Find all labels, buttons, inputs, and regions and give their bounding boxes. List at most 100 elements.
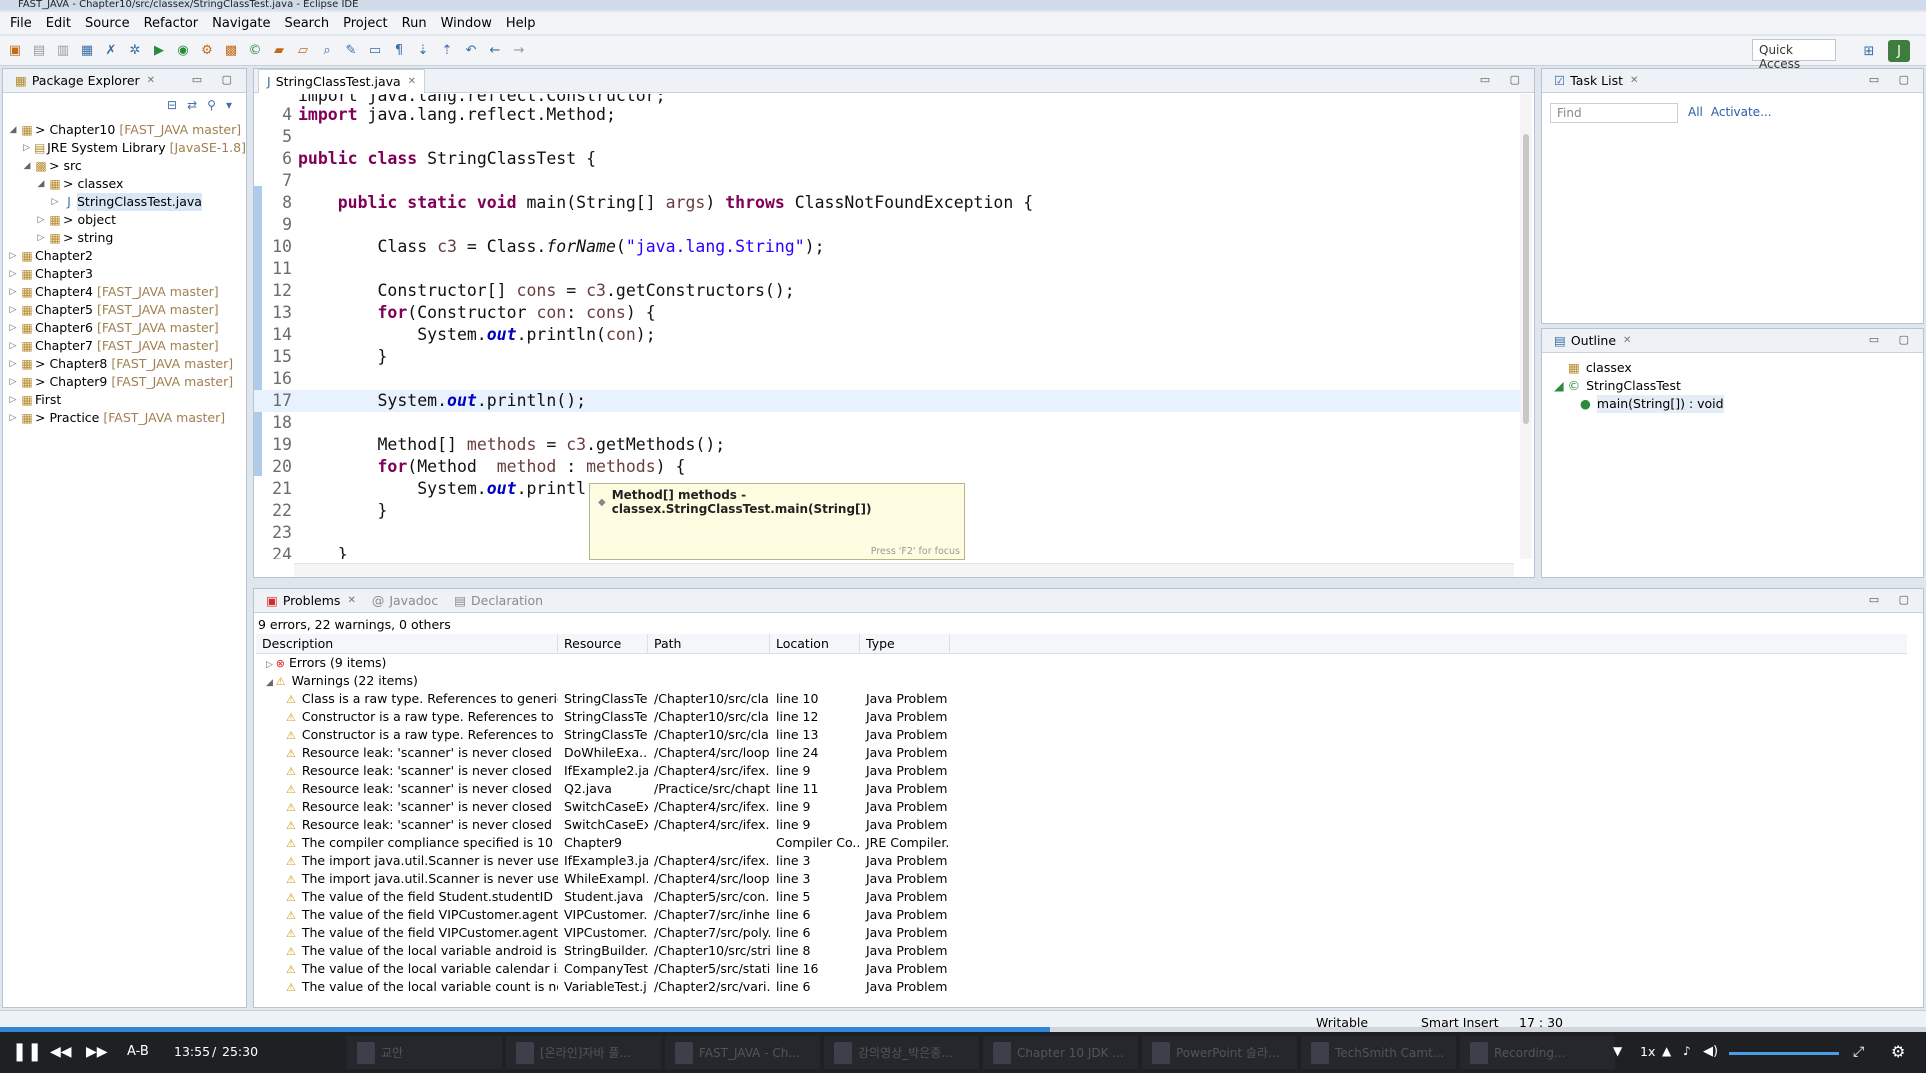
save-all-icon[interactable]: ▥ xyxy=(54,42,72,60)
tree-item[interactable]: ◢ ▦ > Chapter10 [FAST_JAVA master] xyxy=(7,121,246,139)
menu-project[interactable]: Project xyxy=(343,16,387,31)
table-row[interactable]: ⚠ Class is a raw type. References to gene… xyxy=(256,690,1907,708)
external-tools-icon[interactable]: ⚙ xyxy=(198,42,216,60)
rewind-icon[interactable]: ◀◀ xyxy=(50,1044,72,1060)
tree-item[interactable]: ▷ ▦ Chapter4 [FAST_JAVA master] xyxy=(7,283,246,301)
fast-forward-icon[interactable]: ▶▶ xyxy=(86,1044,108,1060)
collapse-all-icon[interactable]: ⊟ xyxy=(167,98,177,112)
table-row[interactable]: ⚠ Resource leak: 'scanner' is never close… xyxy=(256,762,1907,780)
close-icon[interactable]: ✕ xyxy=(408,76,416,87)
tree-item[interactable]: ▷ ▦ First xyxy=(7,391,246,409)
tree-item[interactable]: ▷ ▦ Chapter5 [FAST_JAVA master] xyxy=(7,301,246,319)
prev-annotation-icon[interactable]: ⇡ xyxy=(438,42,456,60)
taskbar-app[interactable]: 강의영상_박은종... xyxy=(824,1036,979,1069)
eject-icon[interactable]: ▲ xyxy=(1662,1044,1671,1058)
editor-vertical-scrollbar[interactable] xyxy=(1520,94,1532,559)
table-row[interactable]: ⚠ Resource leak: 'scanner' is never close… xyxy=(256,780,1907,798)
table-row[interactable]: ⚠ Resource leak: 'scanner' is never close… xyxy=(256,798,1907,816)
ab-repeat-button[interactable]: A-B xyxy=(127,1044,149,1059)
table-row[interactable]: ⚠ Resource leak: 'scanner' is never close… xyxy=(256,744,1907,762)
minimize-maximize-icon[interactable]: ▭ ▢ xyxy=(192,73,240,86)
column-location[interactable]: Location xyxy=(770,634,860,653)
run-icon[interactable]: ▶ xyxy=(150,42,168,60)
tree-item[interactable]: ▷ ▦ > Chapter8 [FAST_JAVA master] xyxy=(7,355,246,373)
open-perspective-icon[interactable]: ⊞ xyxy=(1860,42,1878,60)
debug-icon[interactable]: ✲ xyxy=(126,42,144,60)
editor-horizontal-scrollbar[interactable] xyxy=(294,563,1514,577)
pause-icon[interactable]: ❚❚ xyxy=(12,1041,42,1062)
settings-icon[interactable]: ⚙ xyxy=(1891,1042,1905,1061)
menu-navigate[interactable]: Navigate xyxy=(212,16,270,31)
save-icon[interactable]: ▤ xyxy=(30,42,48,60)
search-icon[interactable]: ⌕ xyxy=(318,42,336,60)
table-row[interactable]: ⚠ The import java.util.Scanner is never u… xyxy=(256,870,1907,888)
java-perspective-icon[interactable]: J xyxy=(1888,40,1910,62)
menu-file[interactable]: File xyxy=(10,16,32,31)
task-activate-link[interactable]: Activate... xyxy=(1711,105,1772,119)
tree-item[interactable]: ▷ ▦ Chapter6 [FAST_JAVA master] xyxy=(7,319,246,337)
new-icon[interactable]: ▣ xyxy=(6,42,24,60)
taskbar-app[interactable]: Recording... xyxy=(1460,1036,1615,1069)
table-row[interactable]: ⚠ Resource leak: 'scanner' is never close… xyxy=(256,816,1907,834)
last-edit-icon[interactable]: ↶ xyxy=(462,42,480,60)
minimize-maximize-icon[interactable]: ▭ ▢ xyxy=(1480,73,1528,86)
table-row[interactable]: ⚠ The value of the field Student.studentI… xyxy=(256,888,1907,906)
link-editor-icon[interactable]: ⇄ xyxy=(187,98,197,112)
tree-item[interactable]: ▷ ▦ > object xyxy=(7,211,246,229)
close-icon[interactable]: ✕ xyxy=(147,75,155,86)
toggle-mark-icon[interactable]: ✎ xyxy=(342,42,360,60)
tree-item[interactable]: ▷ J StringClassTest.java xyxy=(7,193,246,211)
next-annotation-icon[interactable]: ⇣ xyxy=(414,42,432,60)
forward-icon[interactable]: → xyxy=(510,42,528,60)
tab-problems[interactable]: ▣ Problems ✕ xyxy=(258,589,364,613)
tab-javadoc[interactable]: @ Javadoc xyxy=(364,589,446,613)
table-row[interactable]: ⚠ The compiler compliance specified is 10… xyxy=(256,834,1907,852)
taskbar-app[interactable]: 교안 xyxy=(347,1036,502,1069)
outline-item[interactable]: ● main(String[]) : void xyxy=(1550,395,1724,413)
menu-help[interactable]: Help xyxy=(506,16,536,31)
tree-item[interactable]: ▷ ▦ > string xyxy=(7,229,246,247)
taskbar-app[interactable]: [온라인]자바 풀... xyxy=(506,1036,661,1069)
menu-edit[interactable]: Edit xyxy=(46,16,71,31)
tree-item[interactable]: ◢ ▩ > src xyxy=(7,157,246,175)
taskbar-app[interactable]: PowerPoint 슬라... xyxy=(1142,1036,1297,1069)
table-row[interactable]: ⚠ Constructor is a raw type. References t… xyxy=(256,708,1907,726)
block-selection-icon[interactable]: ▭ xyxy=(366,42,384,60)
table-row[interactable]: ⚠ The value of the local variable calenda… xyxy=(256,960,1907,978)
taskbar-app[interactable]: TechSmith Camt... xyxy=(1301,1036,1456,1069)
new-class-icon[interactable]: © xyxy=(246,42,264,60)
tab-package-explorer[interactable]: ▦ Package Explorer ✕ xyxy=(7,69,163,93)
expand-icon[interactable]: ▷ xyxy=(266,660,276,670)
volume-icon[interactable]: ◀) xyxy=(1703,1044,1718,1059)
warnings-group-row[interactable]: ◢ ⚠ Warnings (22 items) xyxy=(256,672,1907,690)
audio-icon[interactable]: ♪ xyxy=(1683,1044,1691,1058)
tree-item[interactable]: ◢ ▦ > classex xyxy=(7,175,246,193)
tab-declaration[interactable]: ▤ Declaration xyxy=(446,589,551,613)
tree-item[interactable]: ▷ ▦ Chapter3 xyxy=(7,265,246,283)
close-icon[interactable]: ✕ xyxy=(1630,75,1638,86)
minimize-maximize-icon[interactable]: ▭ ▢ xyxy=(1869,73,1917,86)
taskbar-app[interactable]: Chapter 10 JDK ... xyxy=(983,1036,1138,1069)
tab-stringclasstest[interactable]: J StringClassTest.java ✕ xyxy=(258,68,426,93)
open-task-icon[interactable]: ▱ xyxy=(294,42,312,60)
tree-item[interactable]: ▷ ▦ > Chapter9 [FAST_JAVA master] xyxy=(7,373,246,391)
scrollbar-thumb[interactable] xyxy=(1523,134,1529,424)
coverage-icon[interactable]: ◉ xyxy=(174,42,192,60)
collapse-icon[interactable]: ◢ xyxy=(266,678,276,688)
skip-breakpoints-icon[interactable]: ✗ xyxy=(102,42,120,60)
quick-access-field[interactable]: Quick Access xyxy=(1752,39,1836,71)
whitespace-icon[interactable]: ¶ xyxy=(390,42,408,60)
fullscreen-icon[interactable]: ⤢ xyxy=(1853,1044,1864,1060)
task-find-input[interactable]: Find xyxy=(1550,103,1678,123)
new-package-icon[interactable]: ▩ xyxy=(222,42,240,60)
tree-item[interactable]: ▷ ▦ Chapter2 xyxy=(7,247,246,265)
filter-icon[interactable]: ⚲ xyxy=(207,98,216,112)
minimize-maximize-icon[interactable]: ▭ ▢ xyxy=(1869,333,1917,346)
tab-outline[interactable]: ▤ Outline ✕ xyxy=(1546,329,1639,353)
table-row[interactable]: ⚠ The value of the field VIPCustomer.agen… xyxy=(256,906,1907,924)
open-type-icon[interactable]: ▰ xyxy=(270,42,288,60)
column-path[interactable]: Path xyxy=(648,634,770,653)
tree-item[interactable]: ▷ ▤ JRE System Library [JavaSE-1.8] xyxy=(7,139,246,157)
tab-task-list[interactable]: ☑ Task List ✕ xyxy=(1546,69,1646,93)
table-row[interactable]: ⚠ The value of the local variable android… xyxy=(256,942,1907,960)
